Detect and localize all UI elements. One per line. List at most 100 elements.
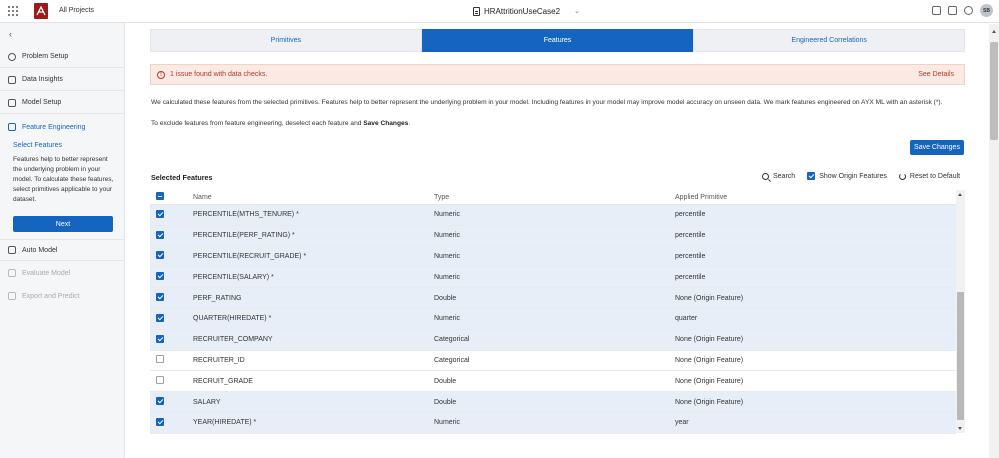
sidebar-item-label: Evaluate Model	[22, 269, 71, 277]
exclude-instructions: To exclude features from feature enginee…	[151, 120, 411, 127]
search-button[interactable]: Search	[762, 172, 795, 180]
reset-icon	[898, 172, 906, 180]
feature-name: PERCENTILE(SALARY) *	[193, 273, 274, 281]
sidebar-item-data-insights[interactable]: Data Insights	[0, 69, 125, 91]
applied-primitive: percentile	[675, 273, 706, 281]
step-description: Features help to better represent the un…	[13, 156, 114, 203]
table-row[interactable]: RECRUIT_GRADE Double None (Origin Feature)	[150, 371, 956, 393]
feature-tabs: Primitives Features Engineered Correlati…	[150, 29, 966, 52]
table-row[interactable]: PERCENTILE(MTHS_TENURE) * Numeric percenti…	[150, 205, 956, 226]
row-checkbox[interactable]	[156, 334, 164, 343]
reset-to-default-button[interactable]: Reset to Default	[898, 172, 960, 180]
sidebar-item-label: Problem Setup	[22, 53, 69, 60]
layers-icon	[8, 123, 16, 131]
table-row[interactable]: PERCENTILE(PERF_RATING) * Numeric percenti…	[150, 225, 956, 247]
avatar[interactable]: SB	[980, 4, 993, 17]
table-row[interactable]: SALARY Double None (Origin Feature)	[150, 392, 956, 413]
table-row[interactable]: RECRUITER_COMPANY Categorical None (Origin…	[150, 329, 956, 351]
sidebar-item-evaluate-model: Evaluate Model	[0, 262, 125, 284]
feature-name: PERF_RATING	[193, 294, 242, 302]
show-origin-checkbox[interactable]	[807, 172, 816, 180]
sidebar-item-model-setup[interactable]: Model Setup	[0, 92, 125, 114]
sidebar-item-problem-setup[interactable]: Problem Setup	[0, 46, 125, 68]
column-header-applied-primitive[interactable]: Applied Primitive	[675, 194, 956, 201]
feature-name: QUARTER(HIREDATE) *	[193, 315, 272, 323]
see-details-link[interactable]: See Details	[918, 71, 954, 78]
data-check-alert: ! 1 issue found with data checks. See De…	[150, 64, 965, 85]
features-table: Name Type Applied Primitive PERCENTILE(M…	[150, 190, 956, 434]
row-checkbox[interactable]	[156, 230, 164, 239]
feature-name: PERCENTILE(PERF_RATING) *	[193, 232, 295, 240]
row-checkbox[interactable]	[156, 293, 164, 302]
table-row[interactable]: YEAR(HIREDATE) * Numeric year	[150, 412, 956, 434]
applied-primitive: None (Origin Feature)	[675, 377, 744, 385]
row-checkbox[interactable]	[156, 251, 164, 260]
tab-features[interactable]: Features	[421, 29, 694, 52]
feature-type: Numeric	[434, 315, 461, 323]
book-icon[interactable]	[932, 6, 941, 15]
feature-type: Categorical	[434, 336, 470, 344]
row-checkbox[interactable]	[156, 376, 164, 385]
feature-name: YEAR(HIREDATE) *	[193, 419, 257, 427]
table-row[interactable]: QUARTER(HIREDATE) * Numeric quarter	[150, 308, 956, 330]
feature-name: RECRUITER_COMPANY	[193, 336, 273, 344]
chat-icon[interactable]	[948, 6, 957, 15]
sidebar-item-export-predict: Export and Predict	[0, 285, 125, 307]
row-checkbox[interactable]	[156, 272, 164, 281]
app-grid-icon[interactable]	[8, 6, 18, 16]
download-icon	[8, 292, 16, 300]
chevron-down-icon: ⌄	[574, 8, 580, 15]
show-origin-features-toggle[interactable]: Show Origin Features	[807, 172, 887, 180]
sidebar-item-label: Feature Engineering	[22, 123, 86, 131]
sidebar-item-auto-model[interactable]: Auto Model	[0, 239, 125, 261]
table-row[interactable]: RECRUITER_ID Categorical None (Origin Feat…	[150, 351, 956, 372]
select-all-checkbox[interactable]	[156, 192, 164, 200]
feature-name: PERCENTILE(MTHS_TENURE) *	[193, 211, 299, 219]
applied-primitive: None (Origin Feature)	[675, 356, 744, 364]
column-header-type[interactable]: Type	[434, 194, 675, 201]
row-checkbox[interactable]	[156, 397, 164, 406]
page-scrollbar[interactable]	[989, 24, 999, 458]
features-description: We calculated these features from the se…	[151, 99, 943, 106]
applied-primitive: quarter	[675, 315, 698, 323]
table-scrollbar[interactable]	[956, 190, 965, 433]
scroll-down-arrow-icon[interactable]	[958, 427, 962, 430]
scroll-up-arrow-icon[interactable]	[958, 193, 962, 196]
applied-primitive: percentile	[675, 232, 706, 240]
sidebar-item-label: Export and Predict	[22, 292, 80, 300]
tab-primitives[interactable]: Primitives	[150, 29, 422, 52]
row-checkbox[interactable]	[156, 313, 164, 322]
row-checkbox[interactable]	[156, 355, 164, 364]
scroll-thumb[interactable]	[957, 292, 964, 420]
scroll-up-arrow-icon[interactable]	[992, 30, 996, 33]
feature-name: RECRUIT_GRADE	[193, 377, 253, 385]
moon-icon[interactable]	[964, 6, 973, 15]
sidebar: ‹ Problem Setup Data Insights Model Setu…	[0, 23, 125, 458]
selected-features-title: Selected Features	[151, 173, 213, 182]
document-icon	[473, 6, 480, 16]
feature-type: Double	[434, 377, 457, 385]
select-features-step[interactable]: Select Features	[13, 142, 62, 149]
scroll-thumb[interactable]	[990, 42, 998, 140]
sidebar-item-feature-engineering[interactable]: Feature Engineering	[0, 116, 125, 138]
brand-logo[interactable]	[34, 3, 48, 19]
table-row[interactable]: PERCENTILE(SALARY) * Numeric percentile	[150, 267, 956, 289]
top-bar: All Projects HRAttritionUseCase2 ⌄ SB	[0, 0, 999, 23]
tab-engineered-correlations[interactable]: Engineered Correlations	[693, 29, 966, 52]
collapse-chevron-icon[interactable]: ‹	[9, 29, 12, 39]
applied-primitive: None (Origin Feature)	[675, 336, 744, 344]
table-row[interactable]: PERF_RATING Double None (Origin Feature)	[150, 288, 956, 309]
table-row[interactable]: PERCENTILE(RECRUIT_GRADE) * Numeric percen…	[150, 246, 956, 268]
next-button[interactable]: Next	[13, 216, 113, 232]
row-checkbox[interactable]	[156, 209, 164, 218]
feature-name: PERCENTILE(RECRUIT_GRADE) *	[193, 252, 307, 260]
save-changes-button[interactable]: Save Changes	[910, 140, 964, 155]
feature-type: Categorical	[434, 356, 470, 364]
project-selector[interactable]: HRAttritionUseCase2 ⌄	[473, 5, 580, 17]
column-header-name[interactable]: Name	[193, 194, 434, 201]
row-checkbox[interactable]	[156, 417, 164, 426]
feature-type: Numeric	[434, 211, 461, 219]
applied-primitive: percentile	[675, 252, 706, 260]
feature-type: Numeric	[434, 273, 461, 281]
all-projects-link[interactable]: All Projects	[59, 7, 94, 14]
